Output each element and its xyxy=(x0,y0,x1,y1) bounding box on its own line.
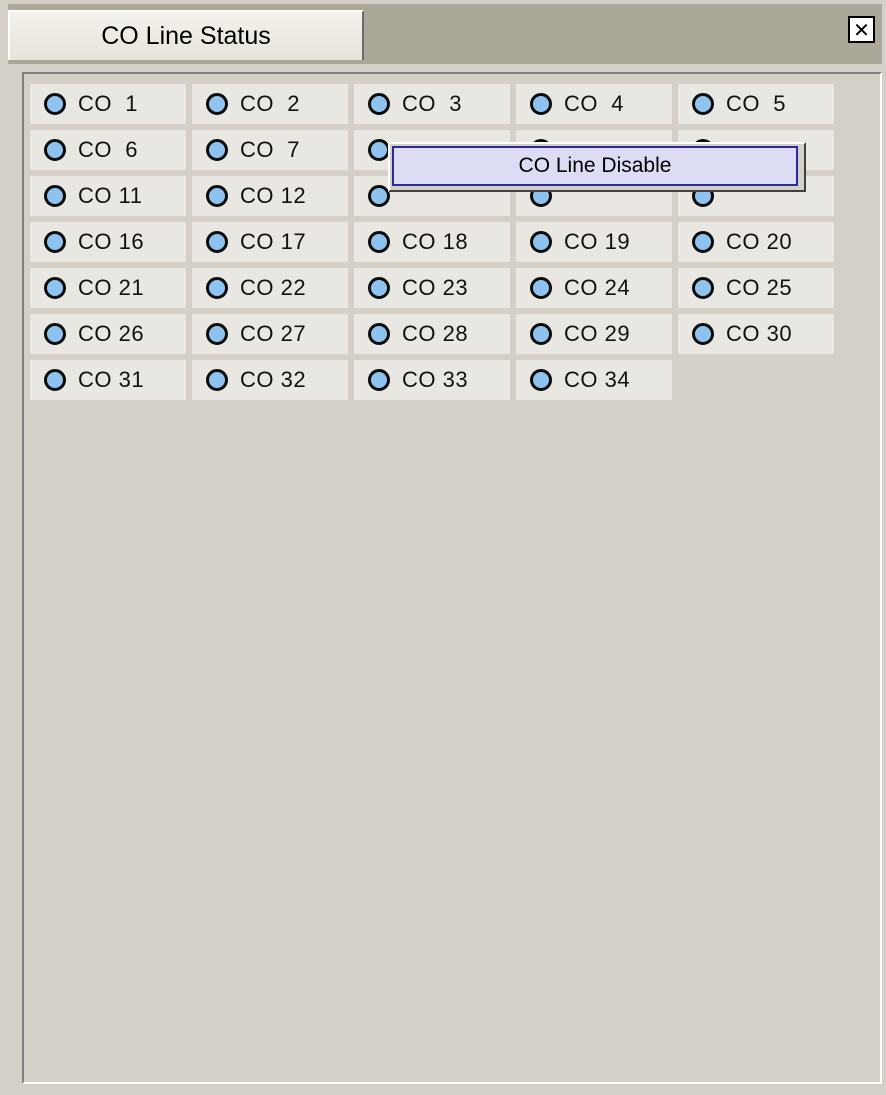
co-line-label: CO 21 xyxy=(78,275,145,300)
co-line-item[interactable]: CO 17 xyxy=(192,222,348,262)
co-line-item[interactable]: CO 33 xyxy=(354,360,510,400)
co-line-item[interactable]: CO 21 xyxy=(30,268,186,308)
co-line-label: CO 27 xyxy=(240,321,307,346)
window-left-edge xyxy=(0,64,8,1095)
co-line-label: CO 29 xyxy=(564,321,631,346)
status-led-icon xyxy=(692,231,714,253)
status-led-icon xyxy=(206,93,228,115)
co-line-item[interactable]: CO 6 xyxy=(30,130,186,170)
co-line-item[interactable]: CO 23 xyxy=(354,268,510,308)
close-button[interactable]: ✕ xyxy=(848,16,875,43)
status-led-icon xyxy=(44,277,66,299)
co-line-item[interactable]: CO 34 xyxy=(516,360,672,400)
co-line-label: CO 22 xyxy=(240,275,307,300)
status-led-icon xyxy=(206,185,228,207)
co-line-label: CO 34 xyxy=(564,367,631,392)
co-line-item[interactable]: CO 3 xyxy=(354,84,510,124)
co-line-label: CO 28 xyxy=(402,321,469,346)
status-led-icon xyxy=(368,231,390,253)
status-led-icon xyxy=(368,277,390,299)
status-led-icon xyxy=(44,231,66,253)
co-line-status-window: CO Line Status ✕ CO 1 CO 2 CO 3 CO 4 CO 5 CO … xyxy=(0,0,886,1095)
co-line-item[interactable]: CO 32 xyxy=(192,360,348,400)
co-line-item[interactable]: CO 12 xyxy=(192,176,348,216)
co-line-item[interactable]: CO 5 xyxy=(678,84,834,124)
co-line-label: CO 16 xyxy=(78,229,145,254)
co-line-item[interactable]: CO 22 xyxy=(192,268,348,308)
status-led-icon xyxy=(44,93,66,115)
context-menu: CO Line Disable xyxy=(388,142,806,192)
co-line-label: CO 2 xyxy=(240,91,300,116)
status-led-icon xyxy=(530,323,552,345)
co-line-item[interactable]: CO 26 xyxy=(30,314,186,354)
co-line-item[interactable]: CO 20 xyxy=(678,222,834,262)
co-line-label: CO 12 xyxy=(240,183,307,208)
co-line-item[interactable]: CO 16 xyxy=(30,222,186,262)
co-line-item[interactable]: CO 4 xyxy=(516,84,672,124)
status-led-icon xyxy=(530,231,552,253)
co-line-label: CO 24 xyxy=(564,275,631,300)
status-led-icon xyxy=(206,139,228,161)
co-line-item[interactable]: CO 19 xyxy=(516,222,672,262)
status-led-icon xyxy=(692,277,714,299)
status-led-icon xyxy=(44,185,66,207)
status-led-icon xyxy=(206,231,228,253)
status-led-icon xyxy=(368,369,390,391)
status-led-icon xyxy=(206,277,228,299)
status-led-icon xyxy=(44,139,66,161)
co-line-label: CO 33 xyxy=(402,367,469,392)
co-line-item[interactable]: CO 27 xyxy=(192,314,348,354)
co-line-item[interactable]: CO 24 xyxy=(516,268,672,308)
co-line-label: CO 6 xyxy=(78,137,138,162)
co-line-item[interactable]: CO 31 xyxy=(30,360,186,400)
co-line-label: CO 30 xyxy=(726,321,793,346)
status-led-icon xyxy=(206,369,228,391)
close-icon: ✕ xyxy=(853,17,870,42)
status-led-icon xyxy=(206,323,228,345)
co-line-label: CO 31 xyxy=(78,367,145,392)
status-led-icon xyxy=(530,369,552,391)
co-line-label: CO 17 xyxy=(240,229,307,254)
status-led-icon xyxy=(368,323,390,345)
menu-item-label: CO Line Disable xyxy=(518,154,672,177)
co-line-label: CO 4 xyxy=(564,91,624,116)
co-line-label: CO 18 xyxy=(402,229,469,254)
co-line-item[interactable]: CO 7 xyxy=(192,130,348,170)
status-led-icon xyxy=(368,139,390,161)
co-line-label: CO 1 xyxy=(78,91,138,116)
status-led-icon xyxy=(44,369,66,391)
co-line-label: CO 26 xyxy=(78,321,145,346)
status-led-icon xyxy=(530,93,552,115)
menu-item-co-line-disable[interactable]: CO Line Disable xyxy=(392,146,798,186)
co-line-item[interactable]: CO 28 xyxy=(354,314,510,354)
status-led-icon xyxy=(44,323,66,345)
co-line-label: CO 5 xyxy=(726,91,786,116)
co-line-item[interactable]: CO 1 xyxy=(30,84,186,124)
status-led-icon xyxy=(692,323,714,345)
co-line-item[interactable]: CO 11 xyxy=(30,176,186,216)
status-led-icon xyxy=(368,93,390,115)
co-line-item[interactable]: CO 2 xyxy=(192,84,348,124)
co-line-label: CO 32 xyxy=(240,367,307,392)
co-line-label: CO 3 xyxy=(402,91,462,116)
tab-title: CO Line Status xyxy=(101,21,271,50)
status-led-icon xyxy=(368,185,390,207)
co-line-label: CO 7 xyxy=(240,137,300,162)
co-line-label: CO 11 xyxy=(78,183,143,208)
co-line-label: CO 20 xyxy=(726,229,793,254)
co-line-item[interactable]: CO 25 xyxy=(678,268,834,308)
co-line-label: CO 23 xyxy=(402,275,469,300)
co-line-label: CO 19 xyxy=(564,229,631,254)
status-led-icon xyxy=(692,93,714,115)
tab-co-line-status[interactable]: CO Line Status xyxy=(8,10,364,60)
co-line-item[interactable]: CO 18 xyxy=(354,222,510,262)
co-line-item[interactable]: CO 29 xyxy=(516,314,672,354)
co-line-item[interactable]: CO 30 xyxy=(678,314,834,354)
status-led-icon xyxy=(530,277,552,299)
co-line-label: CO 25 xyxy=(726,275,793,300)
